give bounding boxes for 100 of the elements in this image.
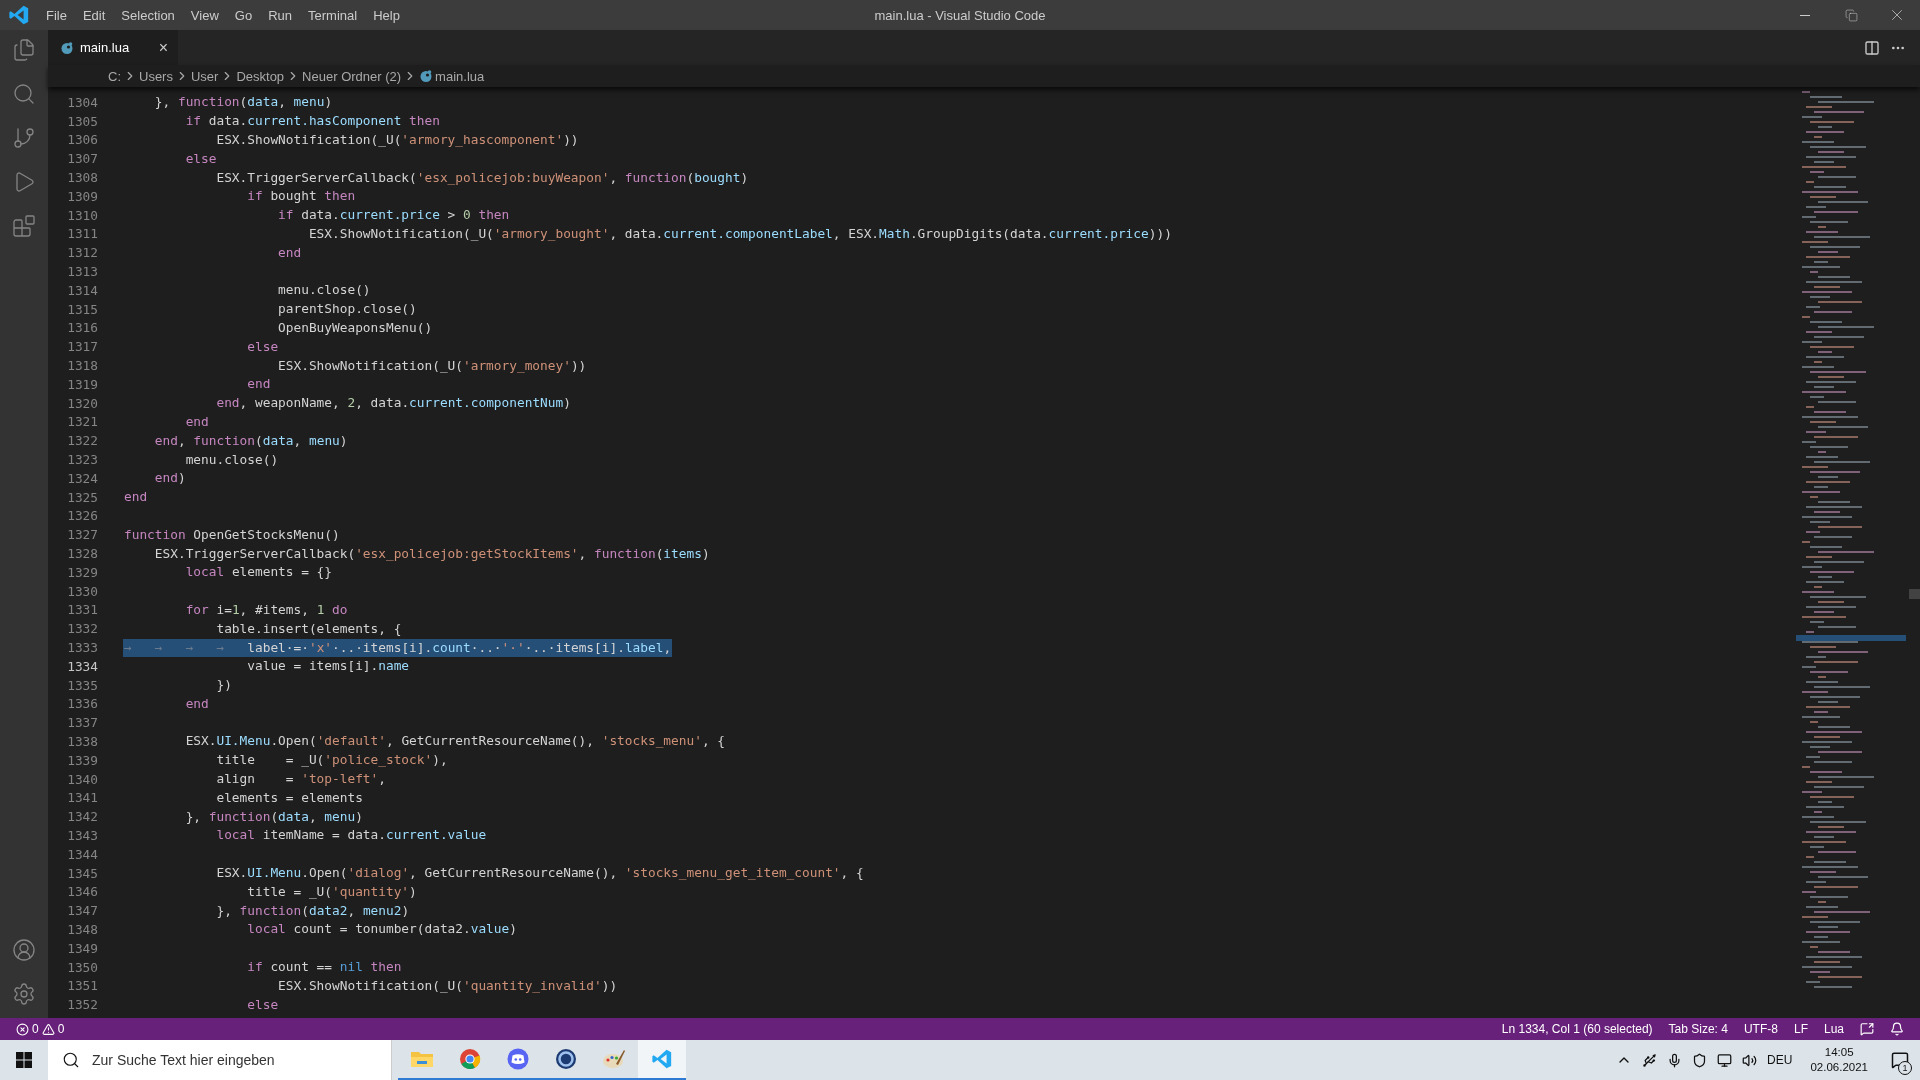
menu-item[interactable]: Go — [226, 7, 261, 23]
error-count[interactable]: 0 — [32, 1022, 39, 1036]
shield-icon[interactable] — [1692, 1052, 1708, 1068]
menu-item[interactable]: File — [38, 7, 75, 23]
line-number: 1320 — [66, 395, 98, 411]
status-item[interactable]: Tab Size: 4 — [1662, 1022, 1734, 1036]
line-number: 1331 — [66, 602, 98, 618]
line-number: 1330 — [66, 583, 98, 599]
close-icon[interactable]: × — [158, 38, 168, 57]
menu-item[interactable]: Selection — [113, 7, 183, 23]
explorer-icon[interactable] — [12, 38, 36, 62]
palette-icon — [602, 1048, 626, 1070]
menu-item[interactable]: Run — [260, 7, 300, 23]
tab-label: main.lua — [80, 40, 130, 55]
breadcrumb-item[interactable]: C: — [108, 68, 121, 84]
restore-icon — [1844, 8, 1858, 22]
line-number: 1315 — [66, 301, 98, 317]
ring-icon — [555, 1048, 577, 1070]
warning-icon[interactable] — [41, 1022, 55, 1036]
breadcrumb-item[interactable]: Desktop — [236, 68, 285, 84]
line-number: 1322 — [66, 433, 98, 449]
search-field[interactable]: Zur Suche Text hier eingeben — [48, 1040, 392, 1080]
line-number: 1325 — [66, 489, 98, 505]
volume-icon[interactable] — [1742, 1052, 1758, 1068]
microphone-icon[interactable] — [1667, 1052, 1683, 1068]
line-number: 1347 — [66, 903, 98, 919]
line-number: 1306 — [66, 132, 98, 148]
notification-icon[interactable] — [1891, 1051, 1909, 1069]
line-number: 1341 — [66, 790, 98, 806]
warning-count[interactable]: 0 — [57, 1022, 65, 1036]
minimize-icon — [1800, 14, 1810, 16]
source-control-icon[interactable] — [12, 126, 36, 150]
line-number: 1307 — [66, 151, 98, 167]
line-number: 1323 — [66, 452, 98, 468]
window-title: main.lua - Visual Studio Code — [874, 7, 1046, 23]
menu-item[interactable]: Terminal — [300, 7, 366, 23]
line-number: 1332 — [66, 621, 98, 637]
menu-item[interactable]: Help — [365, 7, 408, 23]
line-number: 1350 — [66, 959, 98, 975]
app-logo — [8, 4, 30, 26]
line-number: 1339 — [66, 752, 98, 768]
scrollbar-thumb[interactable] — [1909, 589, 1920, 599]
line-number: 1324 — [66, 470, 98, 486]
extensions-icon[interactable] — [12, 214, 36, 238]
line-number: 1316 — [66, 320, 98, 336]
line-number: 1317 — [66, 339, 98, 355]
line-number: 1334 — [66, 658, 98, 674]
network-icon[interactable] — [1717, 1052, 1733, 1068]
chat-app-icon — [507, 1048, 529, 1070]
clock[interactable]: 14:05 02.06.2021 — [1802, 1045, 1876, 1075]
language-indicator[interactable]: DEU — [1767, 1053, 1793, 1067]
menu-item[interactable]: Edit — [74, 7, 114, 23]
line-number: 1342 — [66, 809, 98, 825]
line-number: 1314 — [66, 282, 98, 298]
folder-icon — [410, 1049, 434, 1069]
menu-item[interactable]: View — [182, 7, 227, 23]
line-number: 1319 — [66, 376, 98, 392]
breadcrumb-item[interactable]: Users — [139, 68, 173, 84]
line-number: 1311 — [66, 226, 98, 242]
account-icon[interactable] — [12, 938, 36, 962]
line-number: 1340 — [66, 771, 98, 787]
editor-tab[interactable]: main.lua × — [48, 30, 178, 65]
error-icon[interactable] — [16, 1022, 29, 1036]
line-number: 1333 — [66, 640, 98, 655]
line-number: 1348 — [66, 921, 98, 937]
line-number: 1310 — [66, 207, 98, 223]
taskbar-app[interactable] — [638, 1040, 686, 1080]
breadcrumb-item[interactable]: main.lua — [435, 68, 485, 84]
line-number: 1313 — [66, 264, 98, 280]
status-item[interactable]: Lua — [1817, 1022, 1850, 1036]
line-number: 1328 — [66, 546, 98, 561]
line-number: 1343 — [66, 827, 98, 843]
lua-file-icon — [419, 69, 434, 83]
settings-icon[interactable] — [12, 982, 36, 1006]
line-number: 1346 — [66, 884, 98, 900]
line-number: 1327 — [66, 527, 98, 543]
status-item[interactable]: LF — [1787, 1022, 1814, 1036]
notification-count: 1 — [1898, 1061, 1912, 1075]
status-item[interactable]: Ln 1334, Col 1 (60 selected) — [1495, 1022, 1659, 1036]
line-number: 1305 — [66, 113, 98, 129]
code-editor-icon — [651, 1048, 673, 1070]
split-editor-icon[interactable] — [1864, 39, 1880, 56]
line-number: 1326 — [66, 508, 98, 524]
line-number: 1338 — [66, 734, 98, 749]
line-number: 1329 — [66, 564, 98, 580]
search-icon[interactable] — [12, 82, 36, 106]
line-number: 1321 — [66, 414, 98, 430]
line-number: 1309 — [66, 188, 98, 204]
status-item[interactable]: UTF-8 — [1737, 1022, 1784, 1036]
line-number: 1351 — [66, 978, 98, 994]
line-number: 1336 — [66, 696, 98, 712]
breadcrumb-item[interactable]: User — [190, 68, 219, 84]
line-number: 1344 — [66, 846, 98, 862]
line-number: 1335 — [66, 677, 98, 693]
line-number: 1345 — [66, 865, 98, 881]
breadcrumb-item[interactable]: Neuer Ordner (2) — [302, 68, 402, 84]
line-number: 1312 — [66, 245, 98, 261]
line-number: 1337 — [66, 715, 98, 731]
usb-icon[interactable] — [1642, 1052, 1658, 1068]
lua-file-icon — [60, 40, 74, 55]
